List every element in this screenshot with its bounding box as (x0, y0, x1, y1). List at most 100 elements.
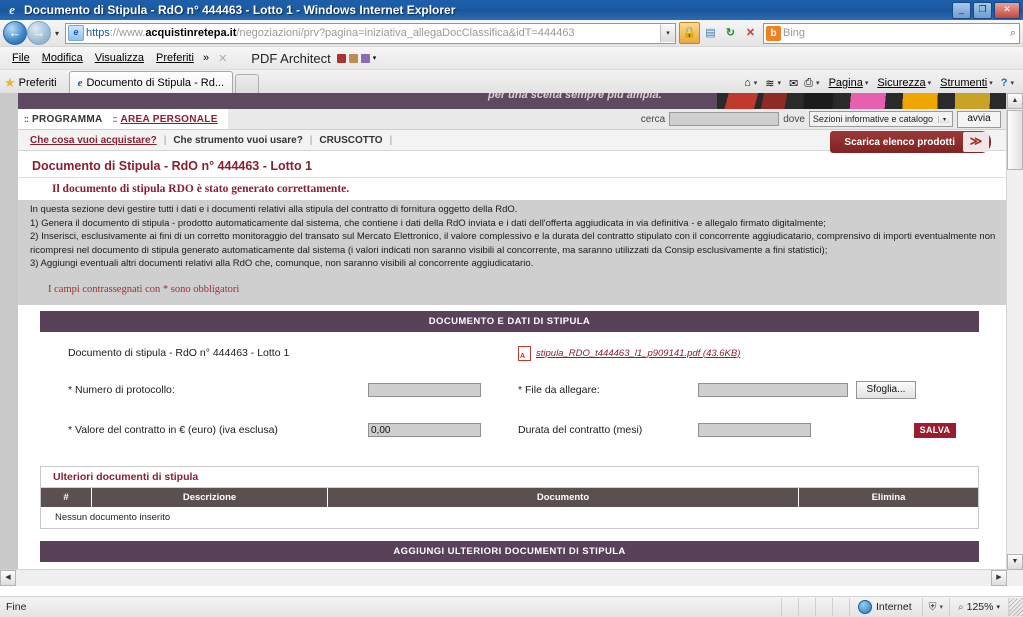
page-favicon-icon: e (68, 25, 84, 41)
print-dropdown-icon[interactable]: ▾ (816, 79, 825, 87)
sicurezza-dropdown-icon[interactable]: ▾ (928, 79, 937, 87)
close-button[interactable]: ✕ (994, 2, 1020, 19)
site-banner: per una scelta sempre più ampia. (18, 93, 1007, 109)
feeds-dropdown-icon[interactable]: ▾ (778, 79, 787, 87)
pdf-architect-dropdown-icon[interactable]: ▾ (373, 54, 377, 62)
compatibility-view-icon[interactable]: ▤ (701, 23, 720, 43)
home-dropdown-icon[interactable]: ▾ (754, 79, 763, 87)
scroll-down-button[interactable]: ▼ (1007, 554, 1023, 570)
cmd-strumenti[interactable]: Strumenti (936, 77, 989, 89)
pagina-dropdown-icon[interactable]: ▾ (865, 79, 874, 87)
durata-contratto-input[interactable] (698, 423, 811, 437)
protected-dropdown-icon[interactable]: ▾ (940, 603, 944, 611)
durata-contratto-label: Durata del contratto (mesi) (518, 424, 643, 436)
search-magnifier-icon[interactable]: ⌕ (1010, 27, 1016, 40)
sub-nav: Che cosa vuoi acquistare? | Che strument… (18, 130, 1007, 153)
scroll-left-button[interactable]: ◀ (0, 570, 16, 586)
protected-mode-indicator[interactable]: ⛨ ▾ (921, 598, 949, 616)
pdf-create-icon[interactable] (348, 53, 358, 63)
back-button[interactable]: ← (3, 21, 27, 45)
pdf-download-link[interactable]: stipula_RDO_t444463_l1_p909141.pdf (43.6… (518, 345, 740, 361)
cmd-sicurezza[interactable]: Sicurezza (873, 77, 927, 89)
resize-grip[interactable] (1008, 598, 1023, 616)
pdf-edit-icon[interactable] (360, 53, 370, 63)
maximize-button[interactable]: ❐ (973, 2, 992, 19)
horizontal-scrollbar[interactable]: ◀ ▶ (0, 569, 1007, 586)
file-da-allegare-label: * File da allegare: (518, 383, 600, 396)
vertical-scrollbar[interactable]: ▲ ▼ (1006, 93, 1023, 570)
numero-protocollo-label: * Numero di protocollo: (68, 383, 175, 396)
section-body-documento: Documento di stipula - RdO n° 444463 - L… (40, 331, 979, 456)
shield-icon: ⛨ (928, 600, 937, 613)
subnav-che-strumento-vuoi-usare[interactable]: Che strumento vuoi usare? (173, 135, 302, 146)
status-segments: Internet ⛨ ▾ ⌕ 125% ▾ (781, 597, 1023, 617)
zoom-control[interactable]: ⌕ 125% ▾ (949, 598, 1008, 616)
status-seg-4 (832, 598, 849, 616)
favorites-button[interactable]: ★ Preferiti (0, 72, 65, 94)
pdf-convert-icon[interactable] (336, 53, 346, 63)
pdf-architect-toolbar-label[interactable]: PDF Architect (251, 51, 330, 66)
url-bar[interactable]: e https://www.acquistinretepa.it/negozia… (65, 22, 676, 44)
status-seg-3 (815, 598, 832, 616)
history-dropdown-icon[interactable]: ▾ (51, 29, 63, 38)
intro-line-4: 3) Aggiungi eventuali altri documenti re… (30, 258, 534, 269)
chevron-down-icon[interactable]: ▾ (938, 115, 950, 123)
file-da-allegare-input[interactable] (698, 382, 848, 397)
browser-search-box[interactable]: b Bing ⌕ (763, 22, 1020, 44)
menu-file[interactable]: File (6, 52, 36, 64)
empty-message: Nessun documento inserito (41, 506, 978, 528)
scroll-right-button[interactable]: ▶ (991, 570, 1007, 586)
strumenti-dropdown-icon[interactable]: ▾ (989, 79, 998, 87)
menu-modifica-label: Modifica (41, 52, 83, 64)
menu-modifica[interactable]: Modifica (36, 52, 89, 64)
tab-documento-di-stipula[interactable]: e Documento di Stipula - Rd... (68, 71, 234, 94)
new-tab-button[interactable] (235, 74, 260, 94)
home-icon[interactable]: ⌂ (741, 77, 754, 89)
refresh-icon[interactable]: ↻ (721, 23, 740, 43)
pdf-filename[interactable]: stipula_RDO_t444463_l1_p909141.pdf (43.6… (536, 348, 740, 359)
scarica-elenco-prodotti-button[interactable]: Scarica elenco prodotti ≫ (830, 131, 991, 153)
security-zone-label: Internet (876, 601, 912, 613)
subnav-cruscotto[interactable]: CRUSCOTTO (319, 135, 382, 146)
zoom-dropdown-icon[interactable]: ▾ (996, 603, 1000, 611)
pdf-architect-icons[interactable]: ▾ (336, 53, 377, 63)
sfoglia-button[interactable]: Sfoglia... (856, 380, 916, 399)
print-icon[interactable]: ⎙ (801, 77, 816, 90)
valore-contratto-input[interactable]: 0,00 (368, 423, 481, 437)
menu-close-icon[interactable]: ✕ (212, 52, 233, 65)
nav-programma[interactable]: PROGRAMMA (32, 114, 102, 125)
cmd-pagina[interactable]: Pagina (825, 77, 865, 89)
help-icon[interactable]: ? (998, 77, 1011, 89)
security-zone[interactable]: Internet (849, 598, 922, 616)
nav-area-personale[interactable]: AREA PERSONALE (120, 114, 217, 125)
mail-icon[interactable]: ✉ (786, 77, 801, 90)
numero-protocollo-input[interactable] (368, 382, 481, 397)
search-submit-button[interactable]: avvia (957, 110, 1001, 128)
salva-button[interactable]: SALVA (914, 422, 956, 438)
subnav-che-cosa-vuoi-acquistare[interactable]: Che cosa vuoi acquistare? (30, 135, 157, 146)
search-input[interactable] (669, 112, 780, 126)
forward-button[interactable]: → (27, 21, 51, 45)
ulteriori-documenti-title: Ulteriori documenti di stipula (41, 466, 978, 488)
menu-overflow-icon[interactable]: » (200, 52, 212, 64)
help-dropdown-icon[interactable]: ▾ (1010, 79, 1019, 87)
page-viewport: per una scelta sempre più ampia. :: PROG… (0, 93, 1023, 586)
scrollbar-corner (1007, 570, 1023, 586)
url-dropdown-icon[interactable]: ▾ (660, 24, 675, 42)
tab-label: Documento di Stipula - Rd... (86, 76, 225, 89)
scroll-up-button[interactable]: ▲ (1007, 93, 1023, 109)
bing-icon: b (766, 25, 781, 41)
page-content: per una scelta sempre più ampia. :: PROG… (18, 93, 1007, 570)
minimize-button[interactable]: _ (952, 2, 971, 19)
favorites-label: Preferiti (18, 77, 57, 89)
feeds-icon[interactable]: ≋ (762, 77, 777, 90)
menu-preferiti[interactable]: Preferiti (150, 52, 200, 64)
vertical-scroll-thumb[interactable] (1007, 110, 1023, 170)
page-body: Documento di Stipula - RdO n° 444463 - L… (18, 151, 1007, 570)
cerca-label: cerca (640, 113, 666, 125)
stop-icon[interactable]: ✕ (741, 23, 760, 43)
subnav-sep-2: | (309, 134, 313, 146)
menu-visualizza[interactable]: Visualizza (89, 52, 150, 64)
chevron-double-down-icon[interactable]: ≫ (963, 132, 989, 152)
search-scope-select[interactable]: Sezioni informative e catalogo ▾ (808, 111, 953, 127)
